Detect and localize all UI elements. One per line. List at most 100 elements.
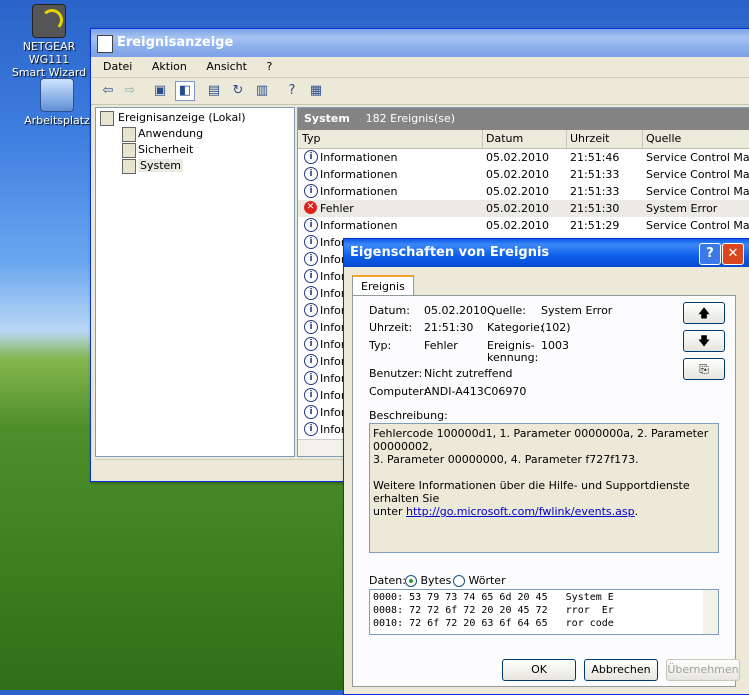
table-row[interactable]: i Informationen 05.02.2010 21:51:33 Service … [298,183,749,200]
tab-panel: Datum: 05.02.2010 Quelle: System Error U… [352,295,736,687]
datum-value: 05.02.2010 [424,304,487,317]
cell-type: Fehler [320,202,354,215]
copy-button[interactable]: ⎘ [683,358,725,380]
info-icon: i [304,269,318,283]
cell-date: 05.02.2010 [486,185,549,198]
properties-icon[interactable]: ▤ [205,82,223,100]
info-icon: i [304,405,318,419]
dialog-help-button[interactable]: ? [699,243,721,265]
log-icon [122,143,136,158]
list-title: System [304,112,350,125]
table-row[interactable]: ✕ Fehler 05.02.2010 21:51:30 System Error [298,200,749,217]
hex-scrollbar[interactable] [703,590,718,634]
event-count: 182 Ereignis(se) [365,112,456,125]
info-icon: i [304,320,318,334]
hex-data-box[interactable]: 0000: 53 79 73 74 65 6d 20 45 System E 0… [369,589,719,635]
description-line-3: Weitere Informationen über die Hilfe- un… [373,479,690,505]
kategorie-label: Kategorie: [487,321,544,334]
col-datum[interactable]: Datum [482,130,567,148]
hex-line: 0008: 72 72 6f 72 20 20 45 72 rror Er [373,605,614,616]
event-viewer-app-icon [97,35,113,53]
bytes-option[interactable]: Bytes [405,574,451,587]
benutzer-label: Benutzer: [369,367,423,380]
menu-ansicht[interactable]: Ansicht [206,60,247,73]
beschreibung-label: Beschreibung: [369,409,448,422]
menubar: Datei Aktion Ansicht ? [91,57,749,78]
table-row[interactable]: i Informationen 05.02.2010 21:51:46 Service … [298,149,749,166]
cell-time: 21:51:29 [570,219,620,232]
cell-type: Infor [320,372,346,385]
kategorie-value: (102) [541,321,571,334]
apply-button[interactable]: Übernehmen [666,659,740,681]
table-row[interactable]: i Informationen 05.02.2010 21:51:33 Service … [298,166,749,183]
desktop-icon-netgear[interactable]: NETGEAR WG111 Smart Wizard [4,4,94,79]
info-icon: i [304,252,318,266]
table-row[interactable]: i Informationen 05.02.2010 21:51:29 Service … [298,217,749,234]
cell-type: Infor [320,406,346,419]
col-uhrzeit[interactable]: Uhrzeit [566,130,643,148]
forward-arrow-icon[interactable]: ⇨ [121,82,139,100]
info-icon: i [304,235,318,249]
cell-source: System Error [646,202,718,215]
description-box[interactable]: Fehlercode 100000d1, 1. Parameter 000000… [369,423,719,553]
dialog-titlebar[interactable]: Eigenschaften von Ereignis ? ✕ [344,239,749,267]
log-icon [122,127,136,142]
console-icon[interactable]: ▦ [307,82,325,100]
tree-root[interactable]: Ereignisanzeige (Lokal) [96,110,294,126]
desktop-icon-arbeitsplatz[interactable]: Arbeitsplatz [12,78,102,127]
datum-label: Datum: [369,304,410,317]
back-arrow-icon[interactable]: ⇦ [99,82,117,100]
up-folder-icon[interactable]: ▣ [151,82,169,100]
cell-type: Infor [320,338,346,351]
quelle-value: System Error [541,304,613,317]
bytes-radio[interactable] [405,575,417,587]
woerter-radio[interactable] [453,575,465,587]
cell-source: Service Control Mana [646,151,749,164]
cell-time: 21:51:33 [570,185,620,198]
cell-date: 05.02.2010 [486,168,549,181]
tab-ereignis[interactable]: Ereignis [352,275,414,297]
cell-type: Infor [320,270,346,283]
col-typ[interactable]: Typ [298,130,483,148]
cell-time: 21:51:33 [570,168,620,181]
cell-source: Service Control Mana [646,168,749,181]
cell-source: Service Control Mana [646,185,749,198]
help-icon[interactable]: ? [283,82,301,100]
show-tree-icon[interactable]: ◧ [175,81,195,101]
menu-datei[interactable]: Datei [103,60,132,73]
tree-item-sicherheit[interactable]: Sicherheit [96,142,294,158]
info-icon: i [304,184,318,198]
tree-item-system[interactable]: System [96,158,294,174]
refresh-icon[interactable]: ↻ [229,82,247,100]
event-viewer-title: Ereignisanzeige [117,35,234,50]
tree-item-anwendung[interactable]: Anwendung [96,126,294,142]
computer-value: ANDI-A413C06970 [424,385,527,398]
info-icon: i [304,286,318,300]
typ-value: Fehler [424,339,458,352]
menu-aktion[interactable]: Aktion [152,60,187,73]
info-icon: i [304,303,318,317]
next-event-button[interactable]: 🡇 [683,330,725,352]
menu-help[interactable]: ? [266,60,272,73]
info-icon: i [304,167,318,181]
benutzer-value: Nicht zutreffend [424,367,513,380]
cancel-button[interactable]: Abbrechen [584,659,658,681]
ok-button[interactable]: OK [502,659,576,681]
hex-line: 0010: 72 6f 72 20 63 6f 64 65 ror code [373,618,614,629]
woerter-option[interactable]: Wörter [453,574,506,587]
col-quelle[interactable]: Quelle [642,130,749,148]
toolbar: ⇦ ⇨ ▣ ◧ ▤ ↻ ▥ ? ▦ [91,78,749,105]
export-list-icon[interactable]: ▥ [253,82,271,100]
event-viewer-titlebar[interactable]: Ereignisanzeige [91,29,749,57]
previous-event-button[interactable]: 🡅 [683,302,725,324]
dialog-title: Eigenschaften von Ereignis [350,245,550,260]
arbeitsplatz-label: Arbeitsplatz [24,114,90,127]
info-icon: i [304,218,318,232]
dialog-close-button[interactable]: ✕ [722,243,744,265]
cell-type: Infor [320,287,346,300]
description-line-1: Fehlercode 100000d1, 1. Parameter 000000… [373,427,709,453]
log-icon [122,159,136,174]
description-link[interactable]: http://go.microsoft.com/fwlink/events.as… [406,505,635,518]
hex-line: 0000: 53 79 73 74 65 6d 20 45 System E [373,592,614,603]
cell-date: 05.02.2010 [486,151,549,164]
